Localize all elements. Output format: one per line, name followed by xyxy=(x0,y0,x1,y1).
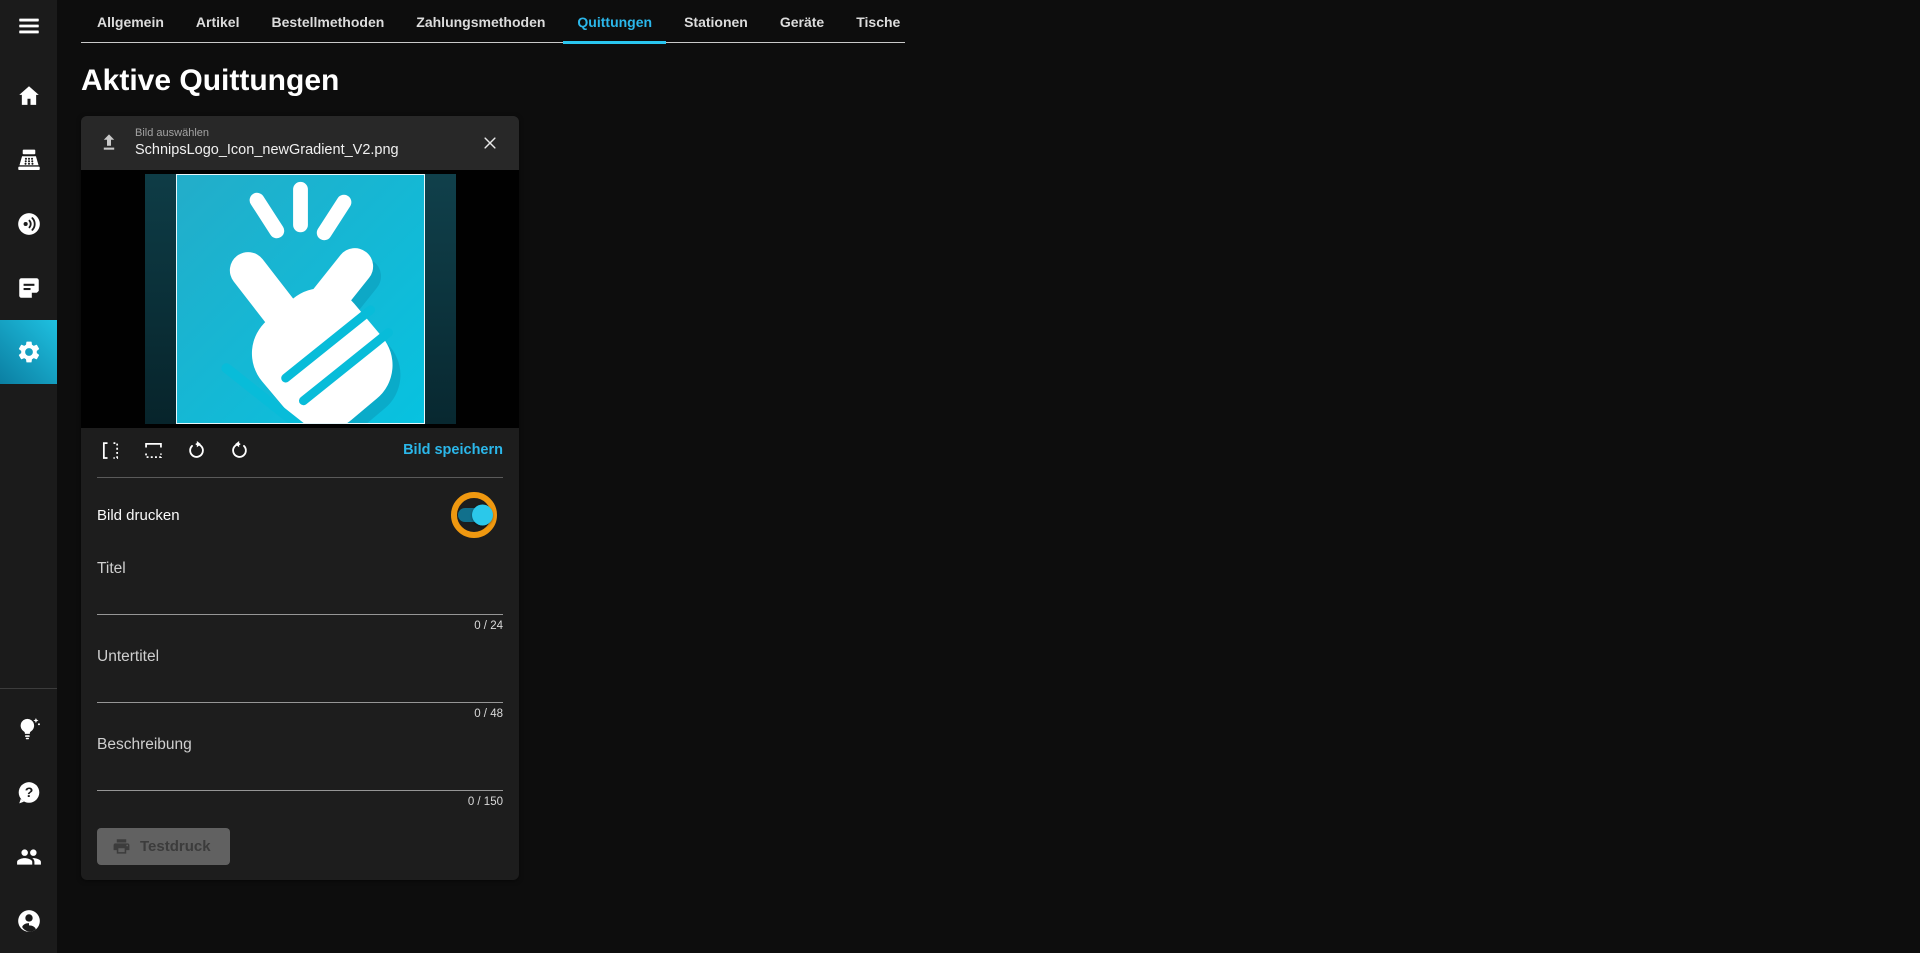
flip-vertical-button[interactable] xyxy=(142,439,164,461)
page-title: Aktive Quittungen xyxy=(81,64,340,97)
snap-fingers-logo xyxy=(220,181,400,423)
cash-register-icon xyxy=(17,149,40,170)
description-input[interactable] xyxy=(97,767,503,791)
rotate-left-button[interactable] xyxy=(228,439,250,461)
settings-gear-icon xyxy=(18,341,39,363)
sidebar-divider xyxy=(0,688,57,689)
home-icon xyxy=(18,86,39,105)
sidebar-bottom-group: ? xyxy=(0,688,57,953)
printer-icon xyxy=(113,839,130,854)
description-counter: 0 / 150 xyxy=(467,796,503,808)
test-print-row: Testdruck xyxy=(81,808,519,880)
help-icon: ? xyxy=(18,782,39,804)
sidebar-item-register[interactable] xyxy=(0,128,57,192)
sidebar-item-tips[interactable] xyxy=(0,697,57,761)
sidebar-item-account[interactable] xyxy=(0,889,57,953)
image-upload-header[interactable]: Bild auswählen SchnipsLogo_Icon_newGradi… xyxy=(81,116,519,170)
crop-area[interactable] xyxy=(175,174,425,424)
subtitle-label: Untertitel xyxy=(97,648,160,665)
settings-tabbar: Allgemein Artikel Bestellmethoden Zahlun… xyxy=(81,0,905,44)
tab-artikel[interactable]: Artikel xyxy=(180,5,256,42)
tab-allgemein[interactable]: Allgemein xyxy=(81,5,180,42)
print-image-toggle[interactable] xyxy=(458,504,493,526)
image-dim-left xyxy=(144,174,176,424)
description-label: Beschreibung xyxy=(97,736,192,753)
tips-lightbulb-icon xyxy=(20,717,40,740)
tab-tische[interactable]: Tische xyxy=(840,5,916,42)
image-toolbar: Bild speichern xyxy=(81,428,519,471)
receipt-fields: Titel 0 / 24 Untertitel 0 / 48 Beschreib… xyxy=(81,560,519,808)
main-content: Allgemein Artikel Bestellmethoden Zahlun… xyxy=(57,0,1920,953)
tab-bestellmethoden[interactable]: Bestellmethoden xyxy=(255,5,400,42)
image-preview xyxy=(81,170,519,428)
title-label: Titel xyxy=(97,560,126,577)
save-image-link[interactable]: Bild speichern xyxy=(403,442,503,458)
flip-horizontal-icon xyxy=(102,441,118,459)
tab-stationen[interactable]: Stationen xyxy=(668,5,764,42)
subtitle-counter: 0 / 48 xyxy=(474,708,503,720)
toggle-knob xyxy=(472,504,493,526)
receipt-note-icon xyxy=(18,278,39,298)
menu-button[interactable] xyxy=(0,0,57,52)
print-image-label: Bild drucken xyxy=(97,506,180,524)
subtitle-field-group: Untertitel 0 / 48 xyxy=(97,648,503,720)
print-image-toggle-highlight xyxy=(451,492,497,538)
sidebar-item-help[interactable]: ? xyxy=(0,761,57,825)
subtitle-input[interactable] xyxy=(97,679,503,703)
sidebar-item-settings[interactable] xyxy=(0,320,57,384)
upload-filename: SchnipsLogo_Icon_newGradient_V2.png xyxy=(135,141,399,158)
sidebar-item-contactless[interactable] xyxy=(0,192,57,256)
image-dim-right xyxy=(424,174,456,424)
tab-zahlungsmethoden[interactable]: Zahlungsmethoden xyxy=(400,5,561,42)
description-field-group: Beschreibung 0 / 150 xyxy=(97,736,503,808)
tab-quittungen[interactable]: Quittungen xyxy=(561,5,668,44)
test-print-button[interactable]: Testdruck xyxy=(97,828,230,865)
menu-icon xyxy=(18,18,39,34)
title-field-group: Titel 0 / 24 xyxy=(97,560,503,632)
account-icon xyxy=(17,910,40,932)
upload-text-block: Bild auswählen SchnipsLogo_Icon_newGradi… xyxy=(135,127,399,159)
sidebar: ? xyxy=(0,0,57,953)
test-print-label: Testdruck xyxy=(140,838,211,855)
users-icon xyxy=(16,849,41,865)
close-icon xyxy=(484,137,496,149)
close-button[interactable] xyxy=(477,130,503,156)
tab-geraete[interactable]: Geräte xyxy=(764,5,840,42)
svg-text:?: ? xyxy=(24,784,33,800)
title-counter: 0 / 24 xyxy=(474,620,503,632)
sidebar-item-home[interactable] xyxy=(0,64,57,128)
title-input[interactable] xyxy=(97,591,503,615)
sidebar-item-users[interactable] xyxy=(0,825,57,889)
upload-label: Bild auswählen xyxy=(135,127,209,140)
rotate-left-icon xyxy=(231,440,247,458)
receipt-image-card: Bild auswählen SchnipsLogo_Icon_newGradi… xyxy=(81,116,519,880)
sidebar-item-receipts[interactable] xyxy=(0,256,57,320)
print-image-row: Bild drucken xyxy=(81,478,519,544)
contactless-icon xyxy=(17,213,40,235)
flip-vertical-icon xyxy=(144,442,162,458)
rotate-right-icon xyxy=(188,440,204,458)
upload-icon xyxy=(103,134,115,150)
flip-horizontal-button[interactable] xyxy=(99,439,121,461)
rotate-right-button[interactable] xyxy=(185,439,207,461)
